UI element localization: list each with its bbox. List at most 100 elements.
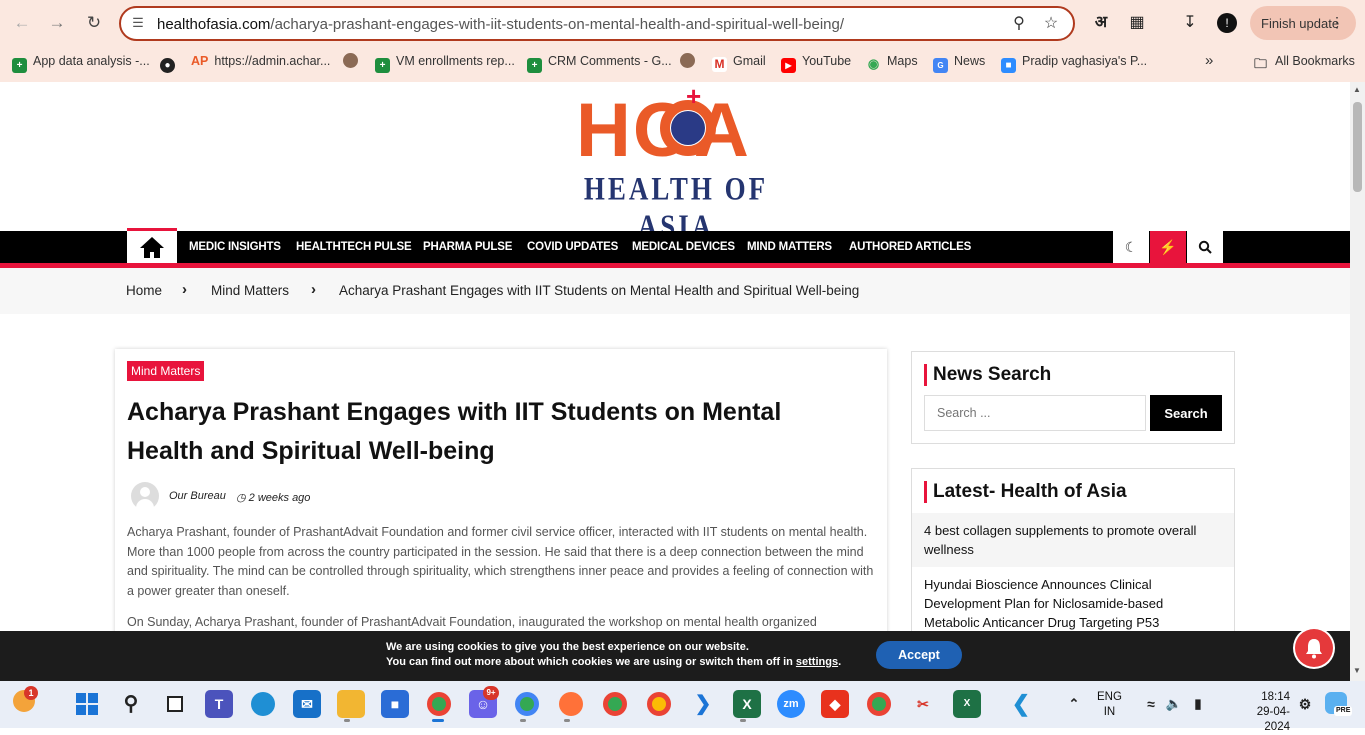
nav-mind-matters[interactable]: MIND MATTERS (747, 241, 832, 253)
all-bookmarks-button[interactable]: 🗀 All Bookmarks (1252, 52, 1355, 71)
snipping-tool-icon[interactable]: ✂ (909, 690, 937, 718)
bookmark-admin-achar[interactable]: AP https://admin.achar... (191, 52, 330, 70)
chevron-right-icon: › (182, 281, 187, 298)
more-bookmarks-button[interactable]: » (1205, 52, 1213, 70)
store-icon[interactable]: ■ (381, 690, 409, 718)
list-item[interactable]: Hyundai Bioscience Announces Clinical De… (912, 567, 1234, 640)
region-code: IN (1103, 706, 1116, 718)
page-scrollbar[interactable]: ▲ ▼ (1350, 82, 1365, 681)
bookmark-avatar-2[interactable] (680, 52, 701, 70)
site-info-icon[interactable]: ☰ (129, 14, 147, 32)
zoom-icon: ■ (1001, 58, 1016, 73)
chrome-profile-icon[interactable] (601, 690, 629, 718)
cookie-settings-link[interactable]: settings (796, 656, 838, 668)
author-avatar[interactable] (131, 482, 159, 510)
discord-badge: 9+ (483, 686, 499, 700)
scroll-thumb[interactable] (1353, 102, 1362, 192)
site-logo[interactable]: HOA + HEALTH OF ASIA (576, 82, 776, 244)
scroll-up-icon[interactable]: ▲ (1353, 85, 1361, 94)
vscode-icon[interactable]: ❮ (1007, 690, 1035, 718)
taskbar-search-icon[interactable]: ⚲ (117, 690, 145, 718)
finish-update-button[interactable]: Finish update ⋮ (1250, 6, 1356, 40)
start-button[interactable] (73, 690, 101, 718)
bookmark-youtube[interactable]: ▶ YouTube (781, 52, 851, 73)
bookmark-globe[interactable]: ● (160, 52, 181, 73)
category-badge[interactable]: Mind Matters (127, 361, 205, 381)
bookmark-label: CRM Comments - G... (548, 54, 672, 68)
excel-file-icon[interactable]: X (953, 690, 981, 718)
bookmark-gmail[interactable]: M Gmail (712, 52, 766, 72)
article-title: Acharya Prashant Engages with IIT Studen… (127, 398, 782, 465)
forward-icon[interactable]: → (44, 10, 70, 36)
site-search-button[interactable] (1187, 231, 1223, 263)
chrome-profile-icon[interactable] (513, 690, 541, 718)
anydesk-icon[interactable]: ◆ (821, 690, 849, 718)
nav-medic-insights[interactable]: MEDIC INSIGHTS (189, 241, 281, 253)
breadcrumb-section[interactable]: Mind Matters (211, 283, 289, 298)
breadcrumb-home[interactable]: Home (126, 283, 162, 298)
cookie-message: We are using cookies to give you the bes… (386, 640, 841, 670)
notifications-icon[interactable]: ⚙ (1291, 690, 1319, 718)
person-avatar-icon (680, 53, 695, 68)
bookmark-news[interactable]: G News (933, 52, 985, 73)
zoom-app-icon[interactable]: zm (777, 690, 805, 718)
nav-medical-devices[interactable]: MEDICAL DEVICES (632, 241, 735, 253)
clock-time: 18:14 (1261, 691, 1290, 703)
bookmark-vm-enrollments[interactable]: + VM enrollments rep... (375, 52, 515, 73)
bookmark-maps[interactable]: ◉ Maps (866, 52, 918, 71)
discord-icon[interactable]: ☺ 9+ (469, 686, 499, 718)
list-item[interactable]: 4 best collagen supplements to promote o… (912, 513, 1234, 567)
lightning-icon: ⚡ (1159, 239, 1177, 255)
bookmark-pradip[interactable]: ■ Pradip vaghasiya's P... (1001, 52, 1147, 73)
post-date: ◷ 2 weeks ago (236, 491, 310, 504)
bookmark-star-icon[interactable]: ☆ (1041, 14, 1061, 34)
edge-icon[interactable] (249, 690, 277, 718)
task-view-icon[interactable] (161, 690, 189, 718)
nav-covid-updates[interactable]: COVID UPDATES (527, 241, 618, 253)
mail-icon[interactable]: ✉ (293, 690, 321, 718)
input-language[interactable]: ENG IN (1097, 690, 1122, 720)
home-icon (140, 237, 164, 258)
trending-button[interactable]: ⚡ (1150, 231, 1186, 263)
search-button[interactable]: Search (1150, 395, 1222, 431)
chrome-profile-icon[interactable] (645, 690, 673, 718)
nav-healthtech-pulse[interactable]: HEALTHTECH PULSE (296, 241, 412, 253)
notification-bell-button[interactable] (1295, 629, 1333, 667)
bookmark-label: https://admin.achar... (214, 54, 331, 68)
news-icon: G (933, 58, 948, 73)
weather-icon[interactable]: 1 (10, 686, 38, 718)
profile-avatar[interactable]: ! (1215, 12, 1239, 34)
download-icon[interactable]: ↧ (1178, 12, 1202, 34)
search-input[interactable] (924, 395, 1146, 431)
nav-home-button[interactable] (127, 228, 177, 263)
bookmark-crm-comments[interactable]: + CRM Comments - G... (527, 52, 672, 73)
file-explorer-icon[interactable] (337, 690, 365, 718)
chevron-up-icon[interactable]: ⌃ (1060, 690, 1088, 718)
red-cross-icon: + (686, 82, 702, 111)
accept-cookies-button[interactable]: Accept (876, 641, 962, 669)
author-name[interactable]: Our Bureau (169, 490, 226, 502)
app-icon[interactable]: ❯ (689, 690, 717, 718)
copilot-icon[interactable]: PRE (1322, 690, 1353, 718)
nav-authored-articles[interactable]: AUTHORED ARTICLES (849, 241, 971, 253)
teams-icon[interactable]: T (205, 690, 233, 718)
nav-pharma-pulse[interactable]: PHARMA PULSE (423, 241, 512, 253)
address-bar[interactable]: ☰ healthofasia.com/acharya-prashant-enga… (119, 6, 1075, 41)
back-icon[interactable]: ← (9, 10, 35, 36)
excel-icon[interactable]: X (733, 690, 761, 718)
translate-icon[interactable]: अ (1089, 12, 1113, 34)
battery-icon[interactable]: ▮ (1184, 690, 1212, 718)
dark-mode-toggle[interactable]: ☾ (1113, 231, 1149, 263)
bookmark-avatar[interactable] (343, 52, 364, 70)
reload-icon[interactable]: ↻ (81, 10, 107, 36)
firefox-icon[interactable] (557, 690, 585, 718)
system-clock[interactable]: 18:14 29-04-2024 (1248, 690, 1290, 735)
zoom-lens-icon[interactable]: ⚲ (1009, 14, 1029, 34)
extensions-icon[interactable]: ▦ (1125, 12, 1149, 34)
globe-icon (671, 111, 705, 145)
chrome-icon[interactable] (865, 690, 893, 718)
bookmark-app-data-analysis[interactable]: + App data analysis -... (12, 52, 150, 73)
chrome-icon[interactable] (425, 690, 453, 718)
scroll-down-icon[interactable]: ▼ (1353, 666, 1361, 675)
url-text[interactable]: healthofasia.com/acharya-prashant-engage… (157, 16, 844, 33)
